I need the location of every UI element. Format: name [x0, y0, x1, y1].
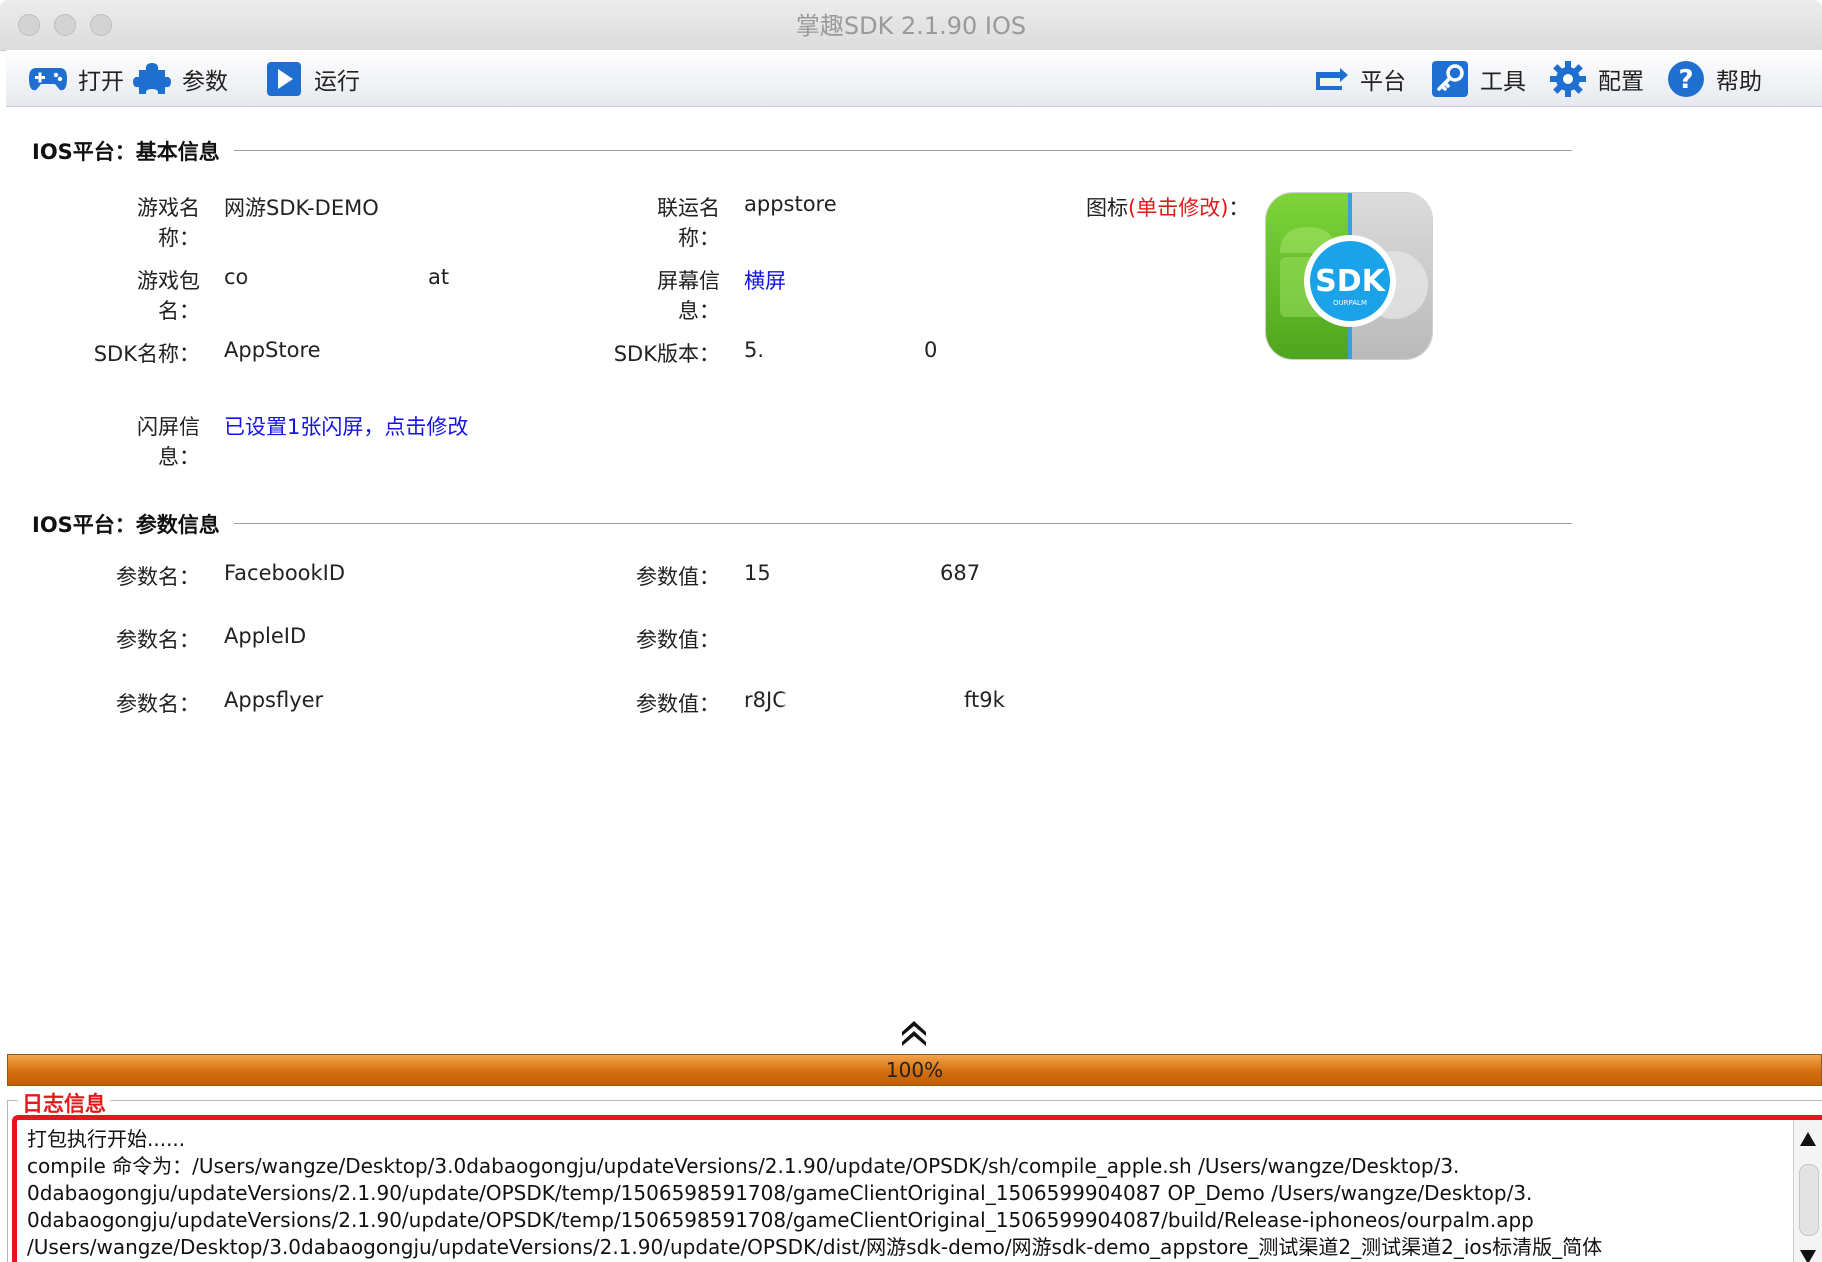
param-value-label: 参数值： — [636, 565, 720, 589]
redaction-mask — [786, 689, 966, 717]
scrollbar-thumb[interactable] — [1799, 1164, 1819, 1236]
params-info-heading: IOS平台：参数信息 — [32, 513, 220, 537]
gear-icon — [1548, 59, 1588, 99]
icon-badge-subtext: OURPALM — [1333, 299, 1367, 307]
param-name-value: Appsflyer — [224, 688, 324, 712]
play-icon — [264, 59, 304, 99]
log-text: 打包执行开始...... compile 命令为：/Users/wangze/D… — [27, 1126, 1787, 1261]
screen-info-label: 屏幕信息： — [657, 269, 720, 323]
app-window: 掌趣SDK 2.1.90 IOS 打开 参数 运行 平台 工具 配置 ? 帮助 … — [0, 0, 1822, 1262]
icon-label-prefix: 图标 — [1086, 196, 1128, 220]
title-bar: 掌趣SDK 2.1.90 IOS — [0, 0, 1822, 51]
param-value-end: ft9k — [964, 688, 1005, 712]
sdk-version-value: 5. — [744, 338, 765, 362]
basic-info-heading: IOS平台：基本信息 — [32, 140, 220, 164]
help-button-label: 帮助 — [1716, 69, 1762, 95]
param-name-label: 参数名： — [116, 565, 200, 589]
package-name-value-end: at — [428, 265, 450, 289]
package-name-label: 游戏包名： — [137, 269, 200, 323]
param-name-value: FacebookID — [224, 561, 346, 585]
window-title: 掌趣SDK 2.1.90 IOS — [795, 12, 1027, 40]
progress-label: 100% — [885, 1058, 944, 1082]
key-icon — [1430, 59, 1470, 99]
param-value-label: 参数值： — [636, 628, 720, 652]
game-name-label: 游戏名称： — [137, 196, 200, 250]
log-line: compile 命令为：/Users/wangze/Desktop/3.0dab… — [27, 1154, 1460, 1178]
log-line: 打包执行开始...... — [27, 1127, 186, 1151]
help-icon: ? — [1666, 59, 1706, 99]
redaction-mask — [250, 266, 425, 294]
sdk-version-value-end: 0 — [924, 338, 938, 362]
splash-info-label: 闪屏信息： — [137, 415, 200, 469]
param-name-label: 参数名： — [116, 628, 200, 652]
tools-button[interactable]: 工具 — [1430, 58, 1526, 100]
svg-text:?: ? — [1678, 65, 1693, 95]
log-line: /Users/wangze/Desktop/3.0dabaogongju/upd… — [27, 1235, 1603, 1259]
gamepad-icon — [28, 59, 68, 99]
run-button-label: 运行 — [314, 69, 360, 95]
param-value-label: 参数值： — [636, 692, 720, 716]
sdk-version-label: SDK版本： — [613, 342, 720, 366]
param-name-label: 参数名： — [116, 692, 200, 716]
channel-name-value: appstore — [744, 192, 837, 216]
platform-button[interactable]: 平台 — [1310, 58, 1406, 100]
log-line: 0dabaogongju/updateVersions/2.1.90/updat… — [27, 1208, 1534, 1232]
app-icon-image[interactable]: SDK OURPALM — [1265, 192, 1433, 360]
double-chevron-up-icon[interactable] — [898, 1016, 930, 1048]
screen-orientation-link[interactable]: 横屏 — [744, 265, 786, 295]
config-button[interactable]: 配置 — [1548, 58, 1644, 100]
refresh-arrow-icon — [1310, 59, 1350, 99]
splash-edit-link[interactable]: 已设置1张闪屏，点击修改 — [224, 411, 468, 441]
sdk-name-value: AppStore — [224, 338, 321, 362]
log-scrollbar[interactable] — [1793, 1120, 1822, 1262]
redaction-mask — [766, 339, 926, 367]
param-value: r8JC — [744, 688, 787, 712]
icon-edit-hint[interactable]: (单击修改) — [1128, 196, 1228, 220]
help-button[interactable]: ? 帮助 — [1666, 58, 1762, 100]
params-button-label: 参数 — [182, 69, 228, 95]
param-value: 15 — [744, 561, 771, 585]
package-name-value: co — [224, 265, 249, 289]
log-title: 日志信息 — [18, 1088, 110, 1118]
sdk-name-label: SDK名称： — [93, 342, 200, 366]
params-button[interactable]: 参数 — [132, 58, 228, 100]
progress-bar: 100% — [7, 1054, 1822, 1086]
log-line: 0dabaogongju/updateVersions/2.1.90/updat… — [27, 1181, 1533, 1205]
log-output[interactable]: 打包执行开始...... compile 命令为：/Users/wangze/D… — [12, 1115, 1822, 1262]
config-button-label: 配置 — [1598, 69, 1644, 95]
scroll-down-arrow-icon[interactable] — [1794, 1244, 1822, 1262]
params-info-divider — [234, 523, 1572, 524]
basic-info-divider — [234, 150, 1572, 151]
icon-label-suffix: ： — [1228, 196, 1250, 220]
open-button[interactable]: 打开 — [28, 58, 124, 100]
game-name-value: 网游SDK-DEMO — [224, 196, 379, 220]
icon-label: 图标(单击修改)： — [1086, 192, 1249, 222]
toolbar: 打开 参数 运行 平台 工具 配置 ? 帮助 — [6, 50, 1822, 107]
run-button[interactable]: 运行 — [264, 58, 360, 100]
puzzle-icon — [132, 59, 172, 99]
open-button-label: 打开 — [78, 69, 124, 95]
param-value-end: 687 — [940, 561, 981, 585]
tools-button-label: 工具 — [1480, 69, 1526, 95]
param-name-value: AppleID — [224, 624, 307, 648]
channel-name-label: 联运名称： — [657, 196, 720, 250]
icon-badge-text: SDK — [1315, 264, 1387, 299]
platform-button-label: 平台 — [1360, 69, 1406, 95]
scroll-up-arrow-icon[interactable] — [1794, 1124, 1822, 1154]
